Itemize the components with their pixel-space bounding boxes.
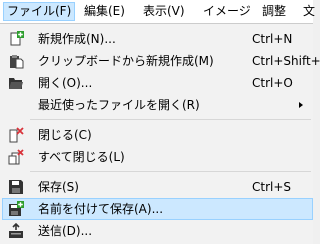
menu-edit[interactable]: 編集(E) xyxy=(80,2,129,21)
open-folder-icon xyxy=(9,78,23,89)
menu-item-label: 開く(O)... xyxy=(38,76,93,90)
menu-separator xyxy=(30,119,311,120)
menu-item-label: 新規作成(N)... xyxy=(38,32,116,46)
menu-bar: ファイル(F) 編集(E) 表示(V) イメージ 調整 文 xyxy=(0,0,315,23)
menu-adjust[interactable]: 調整 xyxy=(258,2,290,21)
menu-item-new[interactable]: 新規作成(N)... Ctrl+N xyxy=(2,28,313,50)
menu-item-label: 送信(D)... xyxy=(38,224,93,238)
menu-item-label: 名前を付けて保存(A)... xyxy=(38,202,164,216)
file-menu-dropdown: 新規作成(N)... Ctrl+N クリップボードから新規作成(M) Ctrl+… xyxy=(0,23,320,244)
menu-item-label: 閉じる(C) xyxy=(38,128,92,142)
menu-separator xyxy=(30,171,311,172)
menu-item-shortcut: Ctrl+N xyxy=(252,32,293,46)
menu-item-label: 保存(S) xyxy=(38,180,79,194)
menu-item-label: すべて閉じる(L) xyxy=(38,150,125,164)
menu-image[interactable]: イメージ xyxy=(199,2,255,21)
save-icon xyxy=(9,180,23,194)
menu-item-shortcut: Ctrl+Shift+N xyxy=(252,54,320,68)
new-file-icon xyxy=(10,31,24,46)
close-file-icon xyxy=(9,127,24,143)
submenu-arrow-icon xyxy=(299,102,303,108)
menu-item-save-as[interactable]: 名前を付けて保存(A)... xyxy=(2,198,313,220)
close-all-icon xyxy=(8,149,24,165)
clipboard-new-icon xyxy=(10,55,24,69)
menu-view[interactable]: 表示(V) xyxy=(139,2,189,21)
menu-item-open[interactable]: 開く(O)... Ctrl+O xyxy=(2,72,313,94)
menu-item-send[interactable]: 送信(D)... xyxy=(2,220,313,242)
menu-file[interactable]: ファイル(F) xyxy=(3,2,76,21)
send-icon xyxy=(9,223,23,238)
menu-item-close[interactable]: 閉じる(C) xyxy=(2,124,313,146)
menu-item-close-all[interactable]: すべて閉じる(L) xyxy=(2,146,313,168)
menu-item-label: 最近使ったファイルを開く(R) xyxy=(38,98,200,112)
menu-item-label: クリップボードから新規作成(M) xyxy=(38,54,214,68)
save-as-icon xyxy=(9,201,24,216)
menu-item-shortcut: Ctrl+S xyxy=(252,180,292,194)
menu-item-save[interactable]: 保存(S) Ctrl+S xyxy=(2,176,313,198)
menu-item-open-recent[interactable]: 最近使ったファイルを開く(R) xyxy=(2,94,313,116)
menu-item-shortcut: Ctrl+O xyxy=(252,76,293,90)
menu-item-new-from-clipboard[interactable]: クリップボードから新規作成(M) Ctrl+Shift+N xyxy=(2,50,320,72)
menu-text[interactable]: 文 xyxy=(299,2,319,21)
